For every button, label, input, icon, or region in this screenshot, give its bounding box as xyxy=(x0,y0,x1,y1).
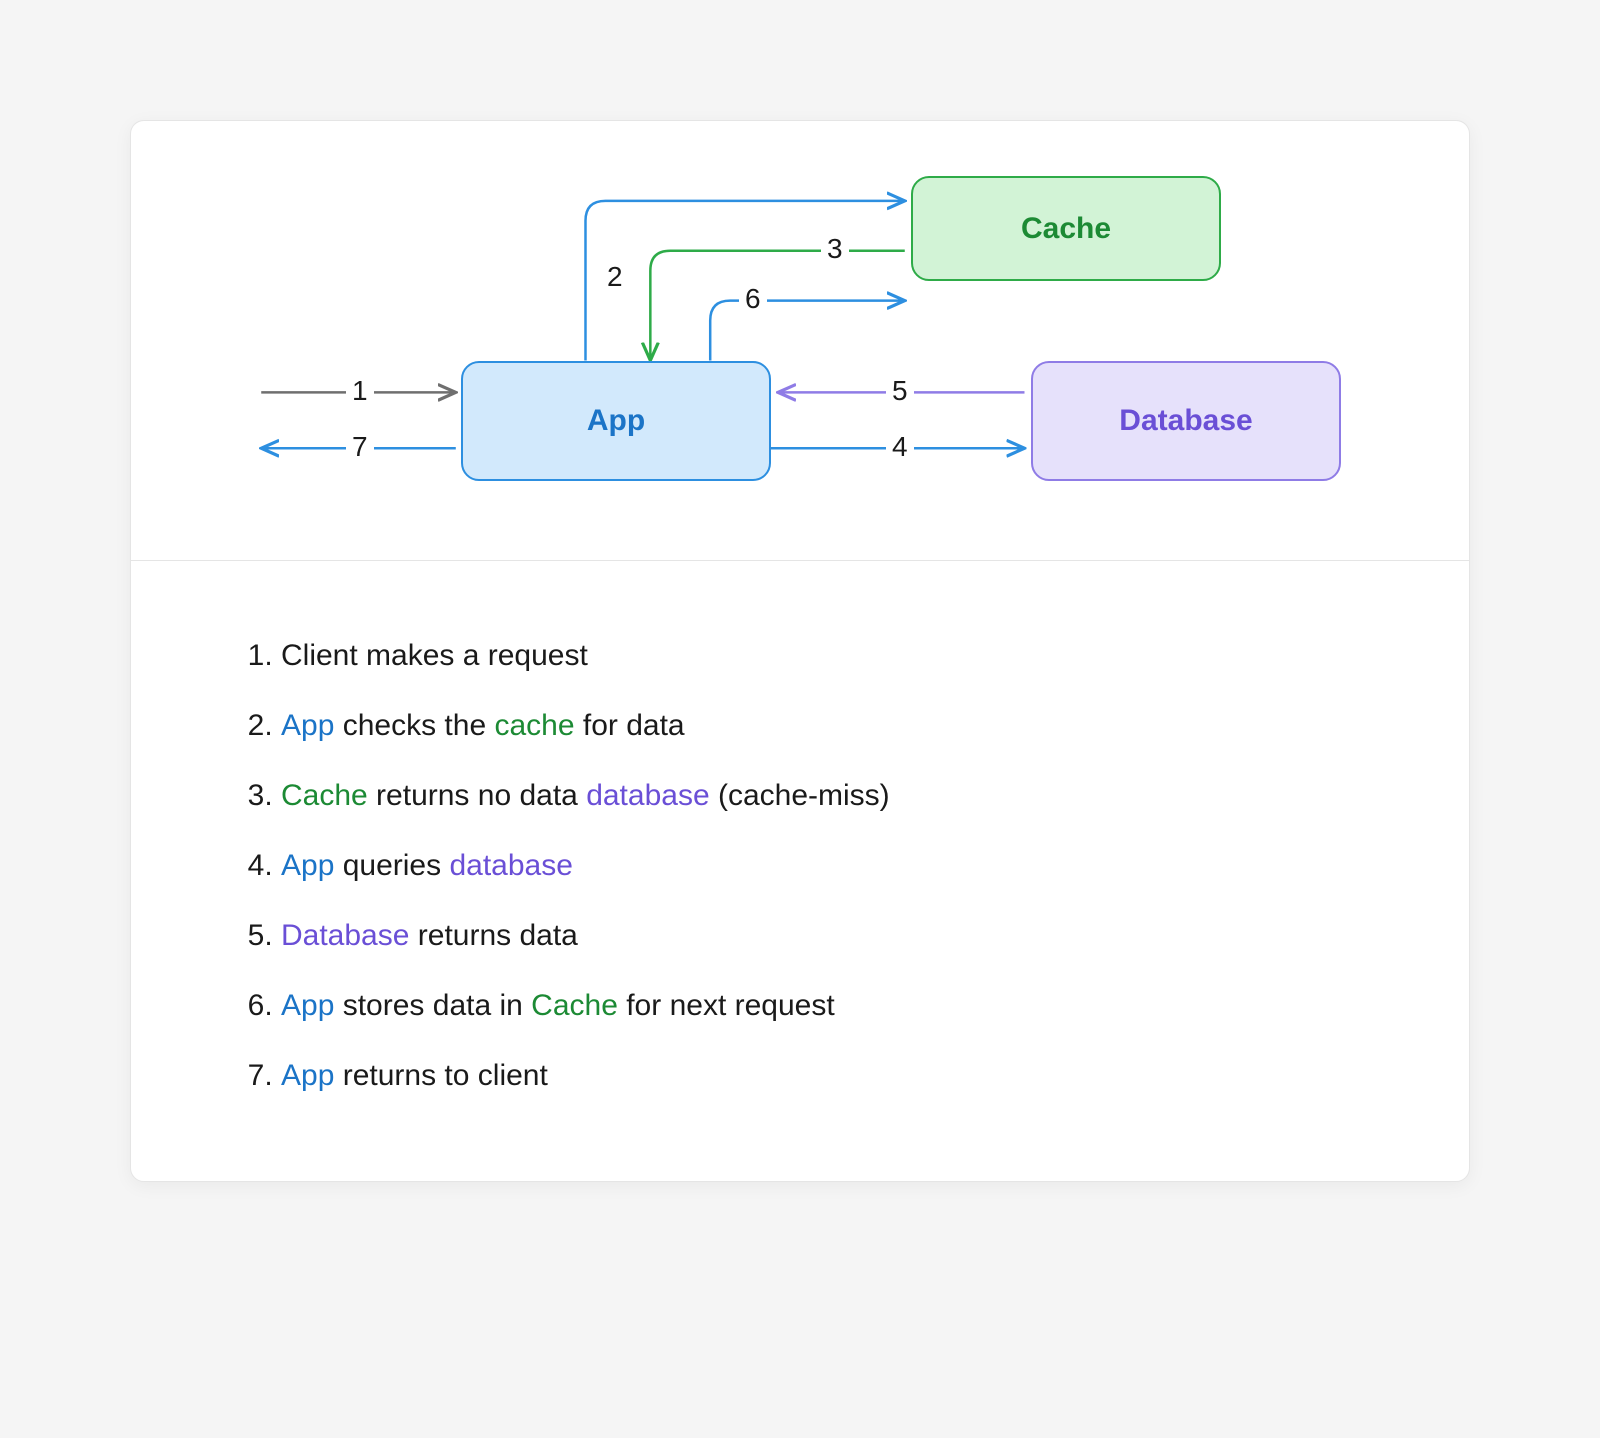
step-text-part: App xyxy=(281,1059,334,1092)
node-database-label: Database xyxy=(1119,404,1252,438)
node-cache-label: Cache xyxy=(1021,212,1111,246)
diagram-canvas: App Cache Database 1 7 2 3 6 5 4 xyxy=(131,121,1469,561)
step-text-part: checks the xyxy=(334,709,494,742)
step-text-part: App xyxy=(281,709,334,742)
step-text-part: queries xyxy=(334,849,449,882)
arrow-label-1: 1 xyxy=(346,375,374,407)
diagram-arrows xyxy=(131,121,1469,560)
step-text-part: stores data in xyxy=(334,989,531,1022)
step-text-part: for data xyxy=(575,709,685,742)
steps-list-container: Client makes a request App checks the cac… xyxy=(131,561,1469,1181)
step-item: App queries database xyxy=(281,831,1359,901)
arrow-label-5: 5 xyxy=(886,375,914,407)
step-item: App checks the cache for data xyxy=(281,691,1359,761)
node-cache: Cache xyxy=(911,176,1221,281)
step-text-part: Database xyxy=(281,919,409,952)
step-text-part: cache xyxy=(494,709,574,742)
step-text-part: Cache xyxy=(281,779,368,812)
step-item: App returns to client xyxy=(281,1041,1359,1111)
step-text-part: Client makes a request xyxy=(281,639,588,672)
step-item: Database returns data xyxy=(281,901,1359,971)
step-text-part: database xyxy=(449,849,572,882)
step-text-part: App xyxy=(281,989,334,1022)
step-text-part: returns data xyxy=(409,919,577,952)
step-text-part: Cache xyxy=(531,989,618,1022)
step-item: Client makes a request xyxy=(281,621,1359,691)
step-item: App stores data in Cache for next reques… xyxy=(281,971,1359,1041)
node-database: Database xyxy=(1031,361,1341,481)
arrow-label-3: 3 xyxy=(821,233,849,265)
arrow-label-7: 7 xyxy=(346,431,374,463)
step-text-part: returns no data xyxy=(368,779,586,812)
step-text-part: (cache-miss) xyxy=(710,779,890,812)
arrow-label-4: 4 xyxy=(886,431,914,463)
step-text-part: for next request xyxy=(618,989,835,1022)
step-text-part: returns to client xyxy=(334,1059,547,1092)
step-text-part: App xyxy=(281,849,334,882)
steps-list: Client makes a request App checks the cac… xyxy=(241,621,1359,1111)
arrow-label-6: 6 xyxy=(739,283,767,315)
step-text-part: database xyxy=(586,779,709,812)
node-app-label: App xyxy=(587,404,645,438)
step-item: Cache returns no data database (cache-mi… xyxy=(281,761,1359,831)
arrow-label-2: 2 xyxy=(601,261,629,293)
diagram-card: App Cache Database 1 7 2 3 6 5 4 Client … xyxy=(130,120,1470,1182)
node-app: App xyxy=(461,361,771,481)
